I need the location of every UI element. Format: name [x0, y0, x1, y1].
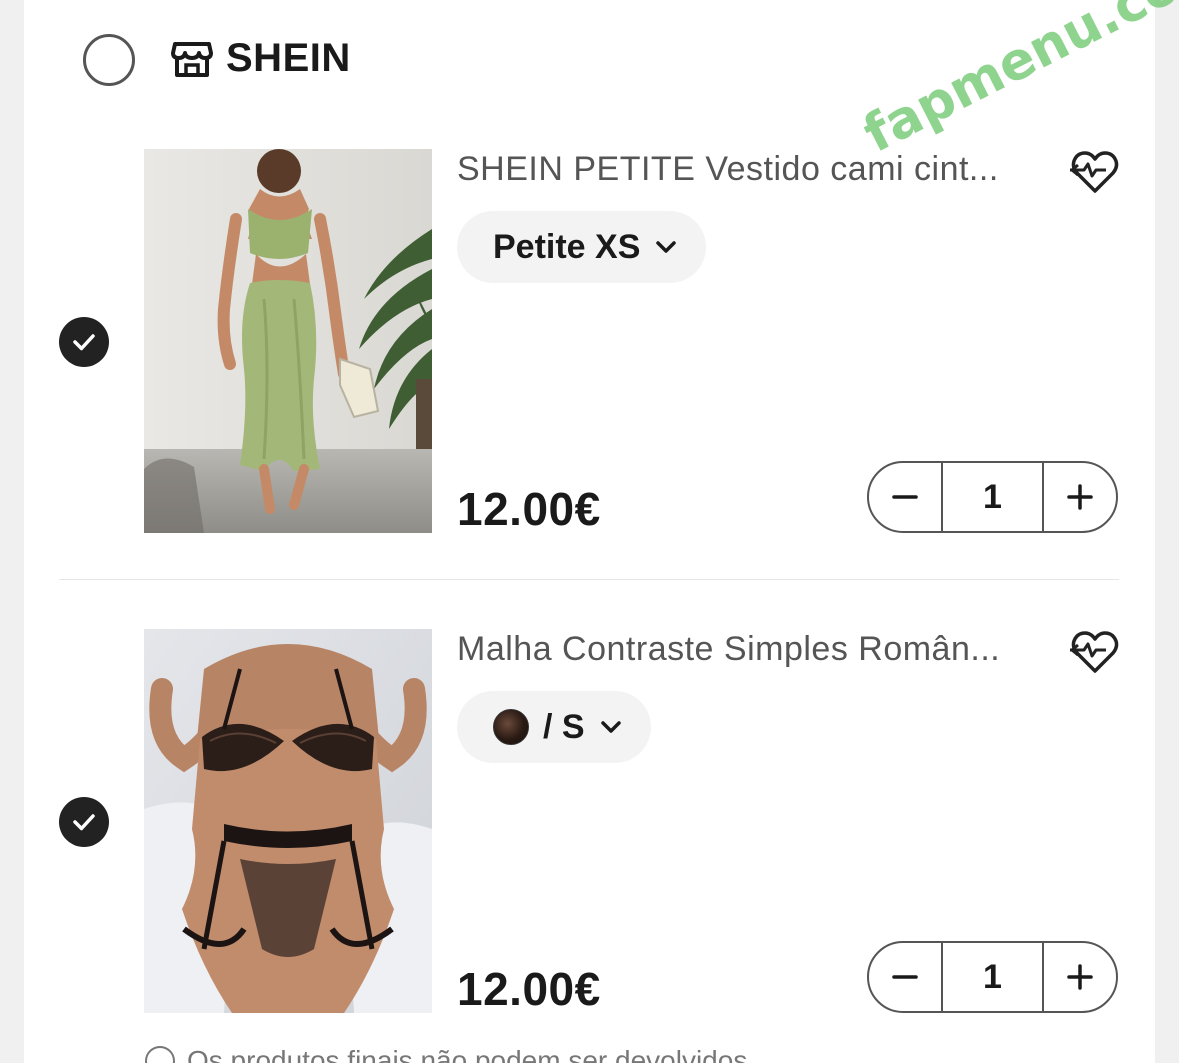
- final-sale-notice: Os produtos finais não podem ser devolvi…: [145, 1045, 747, 1063]
- decrease-quantity-button[interactable]: [869, 943, 941, 1011]
- quantity-value[interactable]: 1: [941, 463, 1044, 531]
- minus-icon: [892, 495, 918, 499]
- variant-label: Petite XS: [493, 227, 641, 266]
- add-to-wishlist-icon[interactable]: [1069, 630, 1120, 674]
- product-image[interactable]: [144, 149, 432, 533]
- info-icon: [145, 1046, 175, 1063]
- cart-store-card: SHEIN SHEIN PETITE Vestido cami cint... …: [24, 0, 1155, 1063]
- chevron-down-icon: [656, 241, 677, 253]
- product-title[interactable]: Malha Contraste Simples Român...: [457, 630, 1057, 669]
- color-swatch: [493, 709, 529, 745]
- variant-label: / S: [543, 707, 585, 746]
- quantity-value[interactable]: 1: [941, 943, 1044, 1011]
- store-icon: [171, 40, 213, 78]
- decrease-quantity-button[interactable]: [869, 463, 941, 531]
- quantity-stepper: 1: [867, 461, 1118, 533]
- variant-selector[interactable]: / S: [457, 691, 651, 763]
- increase-quantity-button[interactable]: [1044, 463, 1116, 531]
- increase-quantity-button[interactable]: [1044, 943, 1116, 1011]
- minus-icon: [892, 975, 918, 979]
- product-price: 12.00€: [457, 483, 601, 535]
- plus-icon: [1067, 484, 1093, 510]
- item-select-checkbox[interactable]: [59, 797, 109, 847]
- store-select-radio[interactable]: [83, 34, 135, 86]
- product-image[interactable]: [144, 629, 432, 1013]
- chevron-down-icon: [600, 721, 621, 733]
- variant-selector[interactable]: Petite XS: [457, 211, 707, 283]
- store-name[interactable]: SHEIN: [226, 36, 351, 81]
- add-to-wishlist-icon[interactable]: [1069, 150, 1120, 194]
- item-select-checkbox[interactable]: [59, 317, 109, 367]
- item-divider: [59, 579, 1119, 580]
- plus-icon: [1067, 964, 1093, 990]
- quantity-stepper: 1: [867, 941, 1118, 1013]
- product-title[interactable]: SHEIN PETITE Vestido cami cint...: [457, 150, 1057, 189]
- product-price: 12.00€: [457, 963, 601, 1015]
- final-sale-text: Os produtos finais não podem ser devolvi…: [187, 1045, 748, 1063]
